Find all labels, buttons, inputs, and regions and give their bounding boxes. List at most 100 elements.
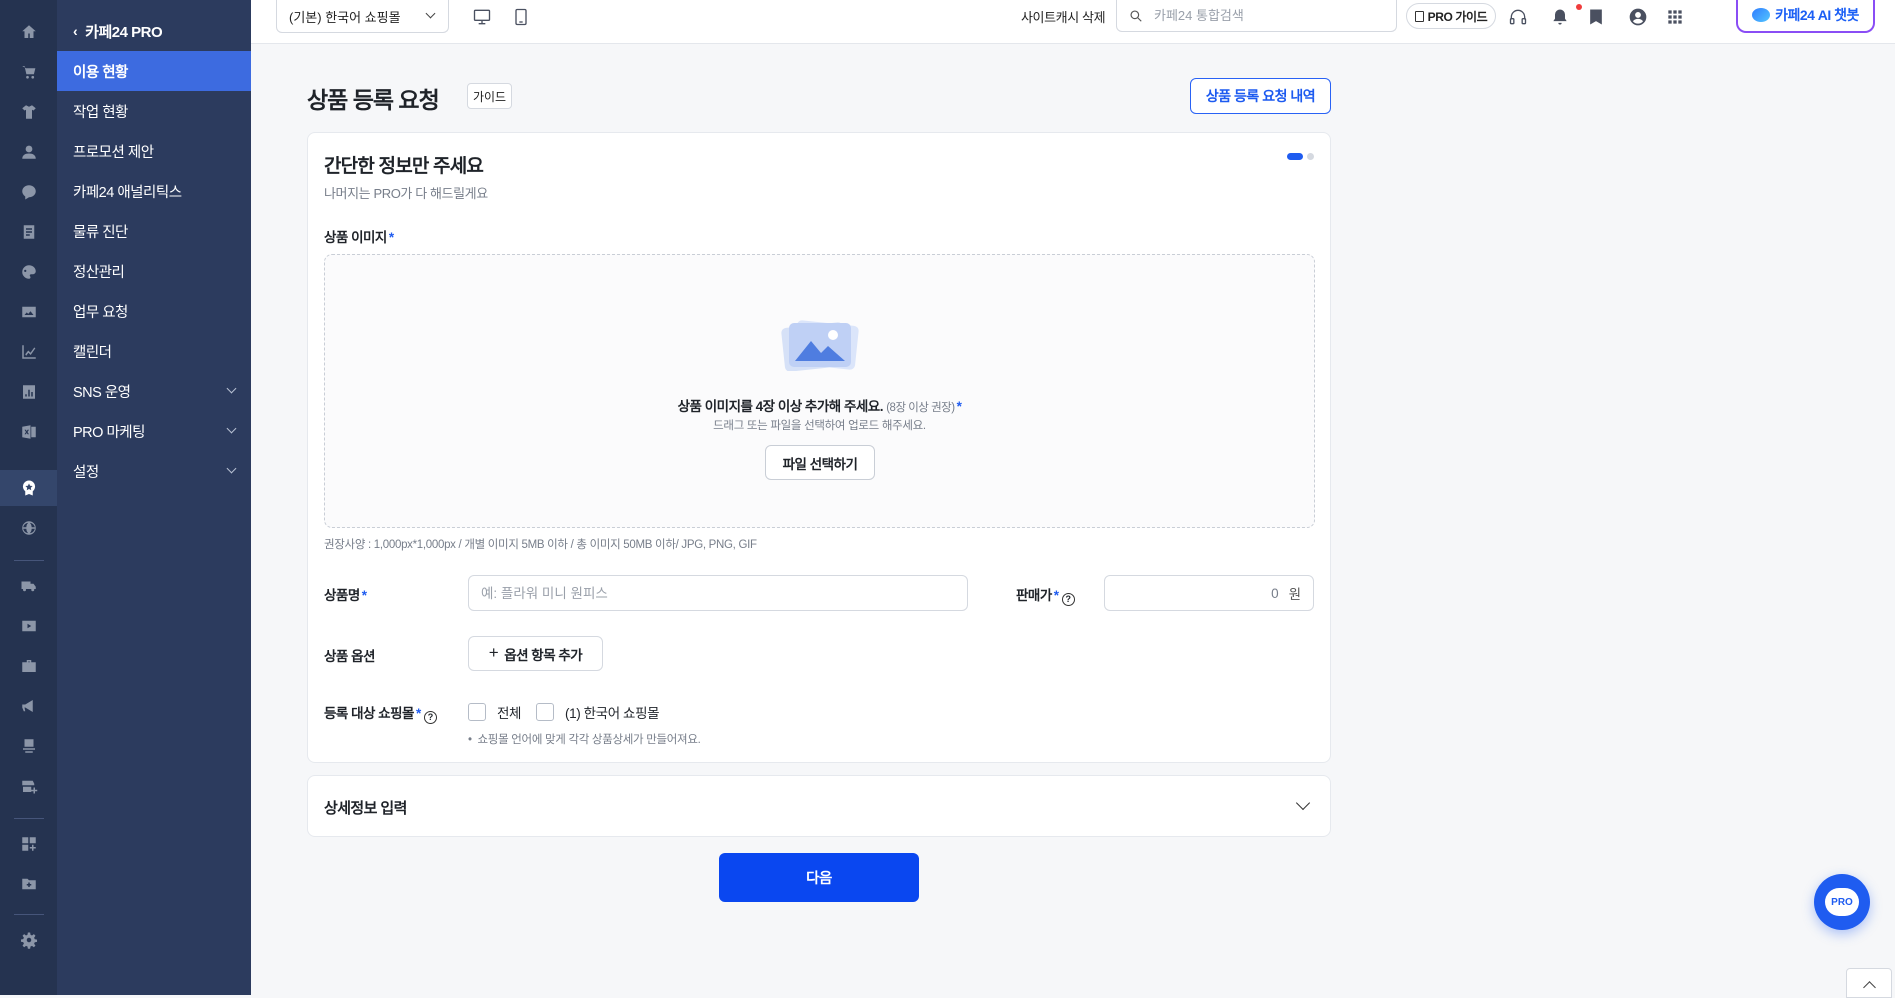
desktop-view-icon[interactable] bbox=[471, 6, 493, 28]
sidebar-item-logistics[interactable]: 물류 진단 bbox=[57, 211, 251, 251]
add-store-icon[interactable] bbox=[19, 776, 39, 796]
request-history-button[interactable]: 상품 등록 요청 내역 bbox=[1190, 78, 1331, 114]
checkbox[interactable] bbox=[468, 703, 486, 721]
rail-divider bbox=[14, 560, 44, 561]
chevron-down-icon bbox=[226, 383, 237, 394]
checkbox-label: 전체 bbox=[497, 706, 522, 721]
sidebar-item-label: 캘린더 bbox=[73, 344, 112, 361]
help-icon[interactable]: ? bbox=[423, 710, 437, 724]
cart-icon[interactable] bbox=[19, 62, 39, 82]
sidebar-item-label: 물류 진단 bbox=[73, 224, 128, 241]
rail-divider bbox=[14, 914, 44, 915]
excel-icon[interactable] bbox=[19, 422, 39, 442]
next-button[interactable]: 다음 bbox=[719, 853, 919, 902]
image-icon[interactable] bbox=[19, 302, 39, 322]
mall-option-korean[interactable]: (1) 한국어 쇼핑몰 bbox=[536, 702, 660, 722]
truck-icon[interactable] bbox=[19, 576, 39, 596]
apps-icon[interactable] bbox=[19, 834, 39, 854]
price-input[interactable]: 0 원 bbox=[1104, 575, 1314, 611]
user-icon[interactable] bbox=[19, 142, 39, 162]
sidebar-item-calendar[interactable]: 캘린더 bbox=[57, 331, 251, 371]
sidebar-item-sns[interactable]: SNS 운영 bbox=[57, 371, 251, 411]
product-request-form: 간단한 정보만 주세요 나머지는 PRO가 다 해드릴게요 상품 이미지 * 상품… bbox=[307, 132, 1331, 763]
chevron-down-icon bbox=[226, 463, 237, 474]
product-name-label: 상품명 * bbox=[324, 588, 367, 603]
pro-badge-icon[interactable] bbox=[19, 478, 39, 498]
image-dropzone[interactable]: 상품 이미지를 4장 이상 추가해 주세요. (8장 이상 권장) * 드래그 또… bbox=[324, 254, 1315, 528]
sidebar-item-label: 카페24 애널리틱스 bbox=[73, 184, 182, 201]
sidebar-item-label: 프로모션 제안 bbox=[73, 144, 154, 161]
sidebar-item-settings[interactable]: 설정 bbox=[57, 451, 251, 491]
megaphone-icon[interactable] bbox=[19, 696, 39, 716]
icon-rail bbox=[0, 0, 57, 995]
ai-chatbot-button[interactable]: 카페24 AI 챗봇 bbox=[1736, 0, 1875, 33]
store-icon[interactable] bbox=[19, 736, 39, 756]
sidebar-item-label: PRO 마케팅 bbox=[73, 424, 145, 441]
mall-option-all[interactable]: 전체 bbox=[468, 702, 521, 722]
clear-cache-button[interactable]: 사이트캐시 삭제 bbox=[1021, 7, 1106, 26]
global-search[interactable] bbox=[1116, 0, 1397, 32]
pro-guide-label: PRO 가이드 bbox=[1427, 9, 1488, 24]
board-icon[interactable] bbox=[19, 222, 39, 242]
chevron-down-icon[interactable] bbox=[1295, 795, 1311, 811]
price-value: 0 bbox=[1271, 585, 1279, 601]
step-indicator bbox=[1287, 153, 1314, 160]
mall-note: • 쇼핑몰 언어에 맞게 각각 상품상세가 만들어져요. bbox=[468, 734, 701, 746]
mall-select[interactable]: (기본) 한국어 쇼핑몰 bbox=[276, 0, 449, 33]
target-mall-label: 등록 대상 쇼핑몰 *? bbox=[324, 702, 437, 724]
help-icon[interactable]: ? bbox=[1061, 592, 1075, 606]
chart-icon[interactable] bbox=[19, 342, 39, 362]
chat-icon[interactable] bbox=[19, 182, 39, 202]
folder-icon[interactable] bbox=[19, 874, 39, 894]
sidebar-title: 카페24 PRO bbox=[85, 23, 163, 41]
sidebar-back-button[interactable]: ‹ 카페24 PRO bbox=[57, 16, 251, 46]
checkbox[interactable] bbox=[536, 703, 554, 721]
image-label: 상품 이미지 * bbox=[324, 230, 394, 245]
sidebar-item-label: 업무 요청 bbox=[73, 304, 128, 321]
step-dot bbox=[1307, 153, 1314, 160]
video-icon[interactable] bbox=[19, 616, 39, 636]
sidebar-item-label: 정산관리 bbox=[73, 264, 125, 281]
sidebar-item-work-request[interactable]: 업무 요청 bbox=[57, 291, 251, 331]
search-input[interactable] bbox=[1152, 7, 1372, 24]
stats-icon[interactable] bbox=[19, 382, 39, 402]
product-name-input[interactable] bbox=[468, 575, 968, 611]
shirt-icon[interactable] bbox=[19, 102, 39, 122]
dropzone-hint: 드래그 또는 파일을 선택하여 업로드 해주세요. bbox=[713, 420, 926, 432]
sidebar-item-analytics[interactable]: 카페24 애널리틱스 bbox=[57, 171, 251, 211]
detail-info-title: 상세정보 입력 bbox=[324, 800, 407, 817]
pro-guide-button[interactable]: PRO 가이드 bbox=[1406, 3, 1496, 29]
plus-icon: + bbox=[488, 642, 499, 662]
add-option-label: 옵션 항목 추가 bbox=[504, 647, 583, 663]
sidebar-item-promotion[interactable]: 프로모션 제안 bbox=[57, 131, 251, 171]
select-file-button[interactable]: 파일 선택하기 bbox=[765, 445, 875, 480]
account-icon[interactable] bbox=[1627, 6, 1649, 28]
document-icon bbox=[1414, 10, 1424, 22]
settings-icon[interactable] bbox=[19, 930, 39, 950]
home-icon[interactable] bbox=[19, 22, 39, 42]
sidebar-item-work-status[interactable]: 작업 현황 bbox=[57, 91, 251, 131]
form-heading: 간단한 정보만 주세요 bbox=[324, 156, 484, 177]
bell-icon[interactable] bbox=[1549, 6, 1571, 28]
detail-info-section[interactable]: 상세정보 입력 bbox=[307, 775, 1331, 837]
price-label: 판매가 *? bbox=[1016, 584, 1075, 606]
apps-grid-icon[interactable] bbox=[1664, 6, 1686, 28]
mobile-view-icon[interactable] bbox=[510, 6, 532, 28]
sidebar-item-label: 설정 bbox=[73, 464, 99, 481]
globe-icon[interactable] bbox=[19, 518, 39, 538]
chevron-down-icon bbox=[425, 8, 436, 19]
sidebar-item-pro-marketing[interactable]: PRO 마케팅 bbox=[57, 411, 251, 451]
chat-fab-button[interactable]: PRO bbox=[1814, 874, 1870, 930]
headset-icon[interactable] bbox=[1507, 6, 1529, 28]
bookmark-icon[interactable] bbox=[1585, 6, 1607, 28]
guide-button[interactable]: 가이드 bbox=[467, 83, 512, 109]
scroll-top-button[interactable] bbox=[1846, 968, 1892, 998]
briefcase-icon[interactable] bbox=[19, 656, 39, 676]
sidebar-item-usage[interactable]: 이용 현황 bbox=[57, 51, 251, 91]
sidebar-item-settlement[interactable]: 정산관리 bbox=[57, 251, 251, 291]
add-option-button[interactable]: + 옵션 항목 추가 bbox=[468, 636, 603, 671]
chat-bubble-icon: PRO bbox=[1825, 888, 1859, 916]
sidebar-item-label: SNS 운영 bbox=[73, 384, 131, 401]
palette-icon[interactable] bbox=[19, 262, 39, 282]
rail-divider bbox=[14, 818, 44, 819]
